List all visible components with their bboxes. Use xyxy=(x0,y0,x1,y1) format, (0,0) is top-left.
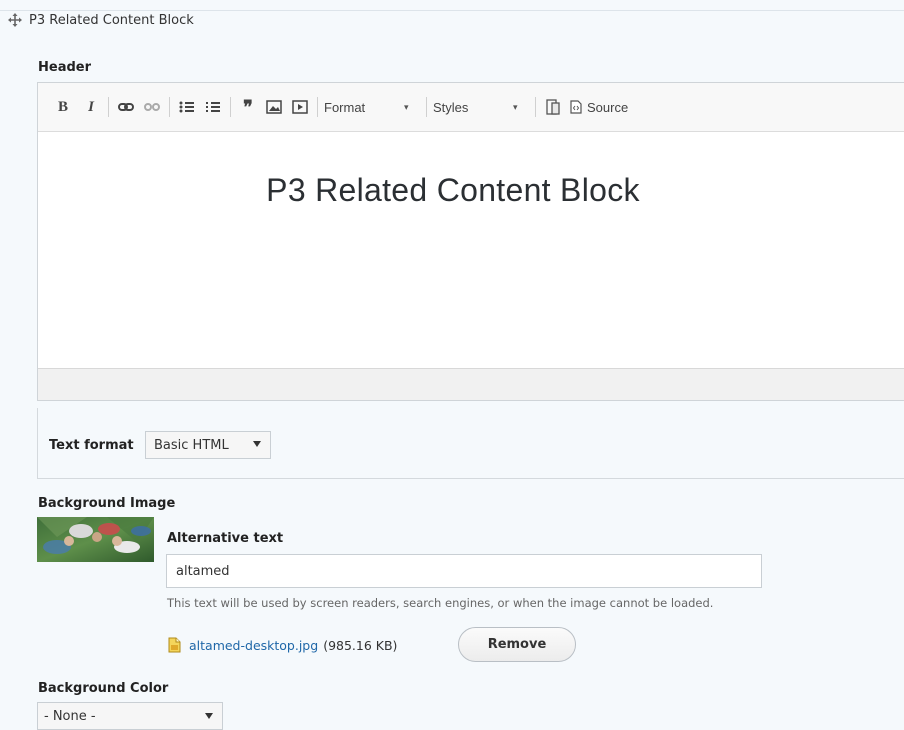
editor-content-heading: P3 Related Content Block xyxy=(266,172,640,208)
bulleted-list-icon[interactable] xyxy=(176,95,198,119)
toolbar-separator xyxy=(230,97,231,117)
format-dropdown-label: Format xyxy=(324,99,366,115)
toolbar-separator xyxy=(169,97,170,117)
toolbar-separator xyxy=(108,97,109,117)
editor-statusbar xyxy=(38,368,904,400)
blockquote-icon[interactable]: ❞ xyxy=(237,95,259,119)
header-field-label: Header xyxy=(38,60,92,75)
image-file-icon xyxy=(168,637,181,653)
background-image-label: Background Image xyxy=(38,496,176,511)
source-label: Source xyxy=(587,99,629,115)
background-color-select[interactable]: - None - xyxy=(37,702,223,730)
file-link[interactable]: altamed-desktop.jpg xyxy=(189,638,318,653)
template-icon[interactable] xyxy=(542,95,564,119)
alt-text-input[interactable] xyxy=(166,554,762,588)
editor-toolbar: B I ❞ Format ▾ Styles ▾ Source xyxy=(38,83,904,132)
toolbar-separator xyxy=(426,97,427,117)
remove-button[interactable]: Remove xyxy=(458,627,576,662)
image-icon[interactable] xyxy=(263,95,285,119)
bold-button[interactable]: B xyxy=(52,95,74,119)
block-title-row: P3 Related Content Block xyxy=(8,10,194,30)
file-size: (985.16 KB) xyxy=(323,637,398,653)
editor-content-area[interactable]: P3 Related Content Block xyxy=(38,132,904,368)
format-dropdown[interactable]: Format ▾ xyxy=(324,95,420,119)
text-format-label: Text format xyxy=(49,438,134,453)
styles-dropdown-label: Styles xyxy=(433,99,469,115)
source-button[interactable]: Source xyxy=(570,95,628,119)
styles-dropdown[interactable]: Styles ▾ xyxy=(433,95,529,119)
alt-text-label: Alternative text xyxy=(167,531,284,546)
chevron-down-icon: ▾ xyxy=(404,101,409,112)
source-icon xyxy=(570,100,582,114)
drag-handle-icon[interactable] xyxy=(8,13,22,27)
text-format-select[interactable]: Basic HTML xyxy=(145,431,271,459)
toolbar-separator xyxy=(535,97,536,117)
background-color-label: Background Color xyxy=(38,681,169,696)
block-title: P3 Related Content Block xyxy=(29,12,194,28)
alt-text-help: This text will be used by screen readers… xyxy=(167,596,714,610)
numbered-list-icon[interactable] xyxy=(202,95,224,119)
chevron-down-icon: ▾ xyxy=(513,101,518,112)
chevron-down-icon xyxy=(205,713,213,719)
background-color-selected: - None - xyxy=(44,708,96,724)
text-format-selected: Basic HTML xyxy=(154,437,229,453)
unlink-icon[interactable] xyxy=(141,95,163,119)
media-icon[interactable] xyxy=(289,95,311,119)
rich-text-editor: B I ❞ Format ▾ Styles ▾ Source P3 Relate… xyxy=(37,82,904,401)
background-image-thumbnail xyxy=(37,517,154,562)
toolbar-separator xyxy=(317,97,318,117)
chevron-down-icon xyxy=(253,441,261,447)
link-icon[interactable] xyxy=(115,95,137,119)
italic-button[interactable]: I xyxy=(80,95,102,119)
file-row: altamed-desktop.jpg (985.16 KB) xyxy=(168,630,397,660)
